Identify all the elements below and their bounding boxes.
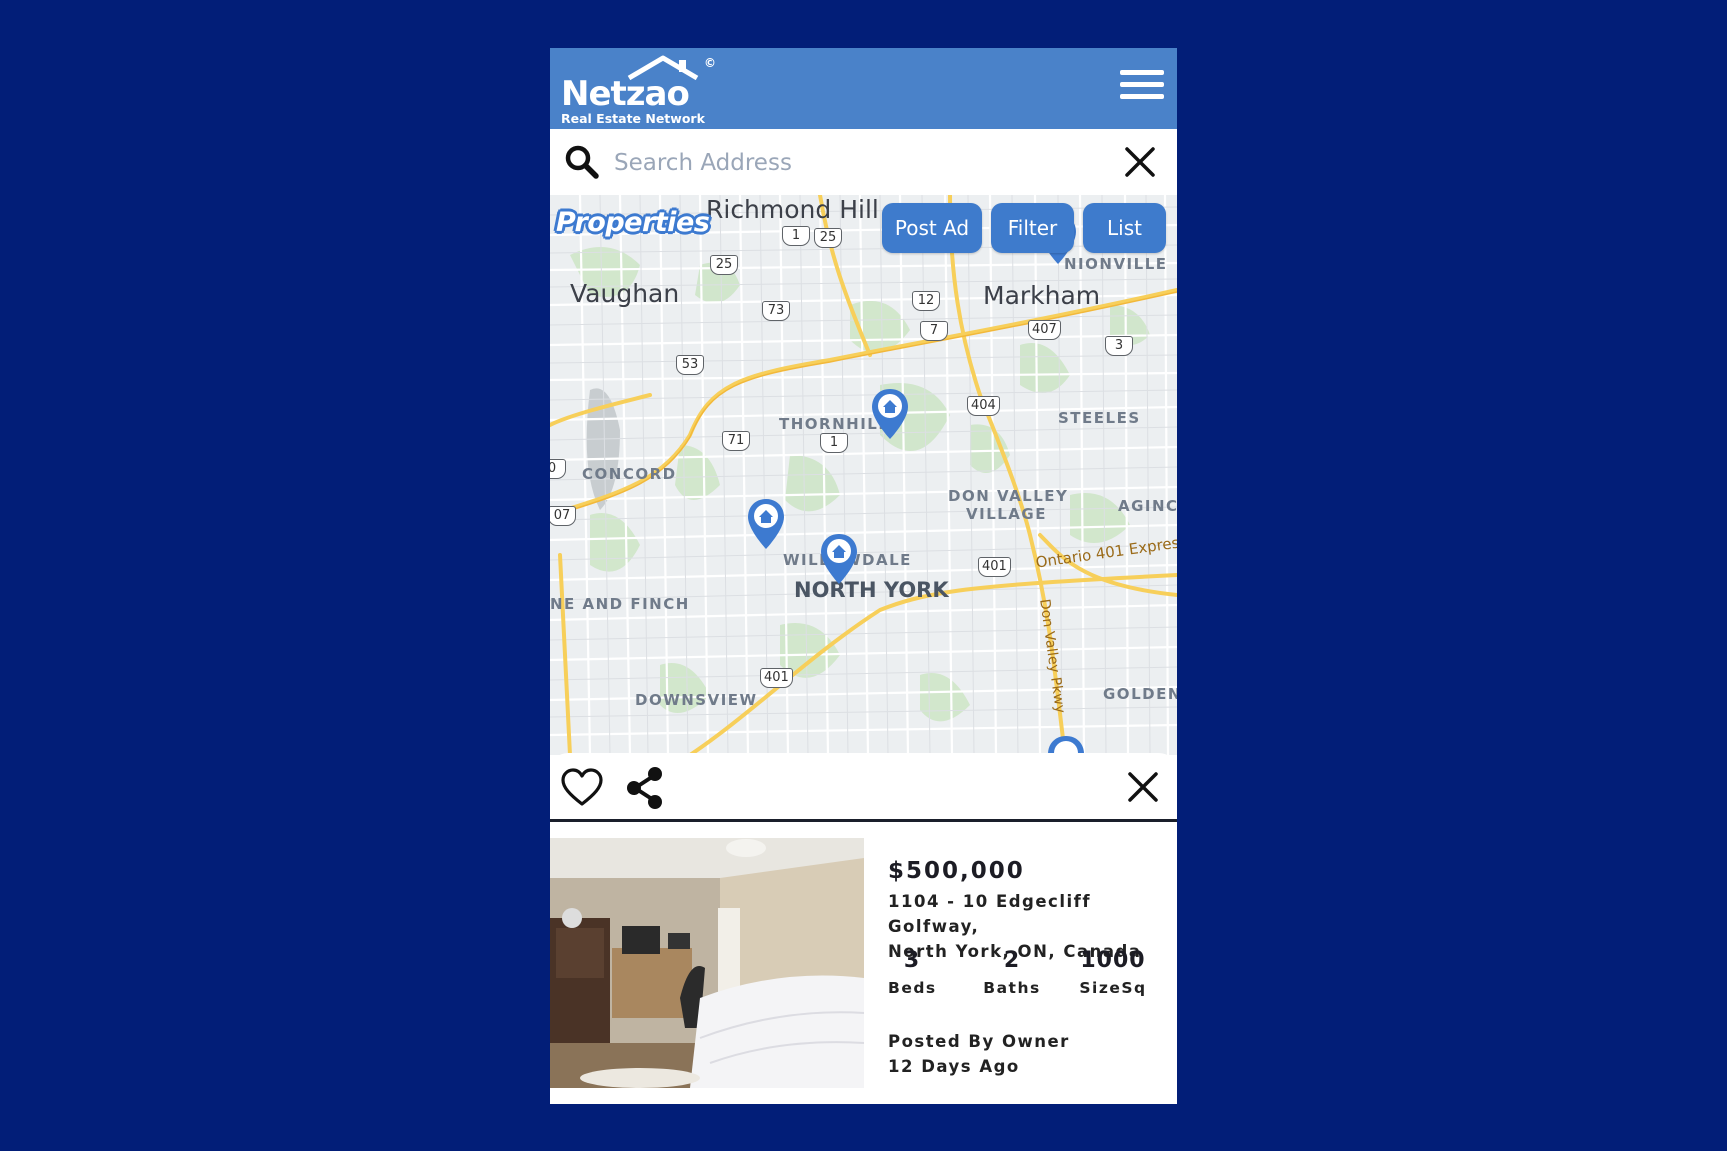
- route-shield: 1: [820, 433, 848, 453]
- baths-label: Baths: [983, 979, 1041, 997]
- listing-photo[interactable]: [550, 838, 864, 1088]
- route-shield: 7: [920, 321, 948, 341]
- map-label-village: VILLAGE: [966, 505, 1047, 523]
- post-ad-button[interactable]: Post Ad: [882, 203, 982, 253]
- map-label-golden: GOLDEN: [1103, 685, 1177, 703]
- share-icon[interactable]: [625, 766, 665, 810]
- logo-name: Netzao: [561, 74, 690, 114]
- map-label-concord: CONCORD: [582, 465, 677, 483]
- map-label-steeles: STEELES: [1058, 409, 1141, 427]
- route-shield: 401: [760, 668, 793, 688]
- size-label: SizeSq: [1079, 979, 1147, 997]
- posted-ago: 12 Days Ago: [888, 1057, 1020, 1076]
- list-button[interactable]: List: [1083, 203, 1166, 253]
- route-shield: 12: [912, 291, 940, 311]
- house-pin-icon[interactable]: [1047, 735, 1085, 755]
- listing-posted-info: Posted By Owner 12 Days Ago: [888, 1029, 1070, 1079]
- size-stat: 1000 SizeSq: [1079, 948, 1147, 997]
- house-pin-icon[interactable]: [820, 533, 858, 585]
- search-icon[interactable]: [564, 144, 600, 180]
- route-shield: 07: [550, 506, 576, 526]
- house-pin-icon[interactable]: [871, 388, 909, 440]
- posted-by: Posted By Owner: [888, 1032, 1070, 1051]
- route-shield: 71: [722, 431, 750, 451]
- map-label-don-valley: DON VALLEY: [948, 487, 1069, 505]
- app-header: © Netzao Real Estate Network: [550, 48, 1177, 129]
- beds-value: 3: [903, 948, 921, 973]
- route-shield: 53: [676, 355, 704, 375]
- copyright-mark: ©: [704, 56, 716, 70]
- map-label-unionville: NIONVILLE: [1064, 255, 1168, 273]
- app-screen: © Netzao Real Estate Network Search Addr…: [550, 48, 1177, 1104]
- logo-tagline: Real Estate Network: [561, 111, 705, 126]
- baths-stat: 2 Baths: [980, 948, 1044, 997]
- heart-icon[interactable]: [561, 768, 603, 808]
- route-shield: 407: [1028, 320, 1061, 340]
- map-label-north-york: NORTH YORK: [794, 578, 949, 602]
- route-shield: 401: [978, 557, 1011, 577]
- listing-price: $500,000: [888, 858, 1025, 884]
- hamburger-icon[interactable]: [1120, 70, 1164, 104]
- baths-value: 2: [1003, 948, 1021, 973]
- search-bar: [550, 129, 1177, 195]
- close-icon[interactable]: [1127, 771, 1159, 803]
- close-icon[interactable]: [1123, 145, 1157, 179]
- listing-action-bar: [550, 753, 1177, 822]
- route-shield: 3: [1105, 336, 1133, 356]
- map-label-richmond-hill: Richmond Hill: [706, 195, 879, 224]
- filter-button[interactable]: Filter: [991, 203, 1074, 253]
- listing-card[interactable]: $500,000 1104 - 10 Edgecliff Golfway, No…: [550, 822, 1177, 1104]
- netzao-logo[interactable]: © Netzao Real Estate Network: [561, 55, 721, 126]
- property-map[interactable]: Richmond Hill Vaughan Markham NIONVILLE …: [550, 195, 1177, 755]
- route-shield: 1: [782, 226, 810, 246]
- map-label-vaughan: Vaughan: [570, 279, 680, 308]
- map-label-downsview: DOWNSVIEW: [635, 691, 758, 709]
- beds-label: Beds: [888, 979, 937, 997]
- search-input[interactable]: [612, 141, 1096, 185]
- address-line-1: 1104 - 10 Edgecliff Golfway,: [888, 892, 1091, 936]
- route-shield: 25: [814, 228, 842, 248]
- route-shield: 0: [550, 459, 566, 479]
- route-shield: 25: [710, 255, 738, 275]
- map-label-agincourt: AGINC: [1118, 497, 1177, 515]
- route-shield: 73: [762, 301, 790, 321]
- map-label-markham: Markham: [983, 281, 1101, 310]
- size-value: 1000: [1080, 948, 1146, 973]
- house-pin-icon[interactable]: [747, 498, 785, 550]
- route-shield: 404: [967, 396, 1000, 416]
- properties-logo: Properties: [556, 207, 710, 238]
- map-label-jane-and-finch: NE AND FINCH: [550, 595, 690, 613]
- beds-stat: 3 Beds: [888, 948, 936, 997]
